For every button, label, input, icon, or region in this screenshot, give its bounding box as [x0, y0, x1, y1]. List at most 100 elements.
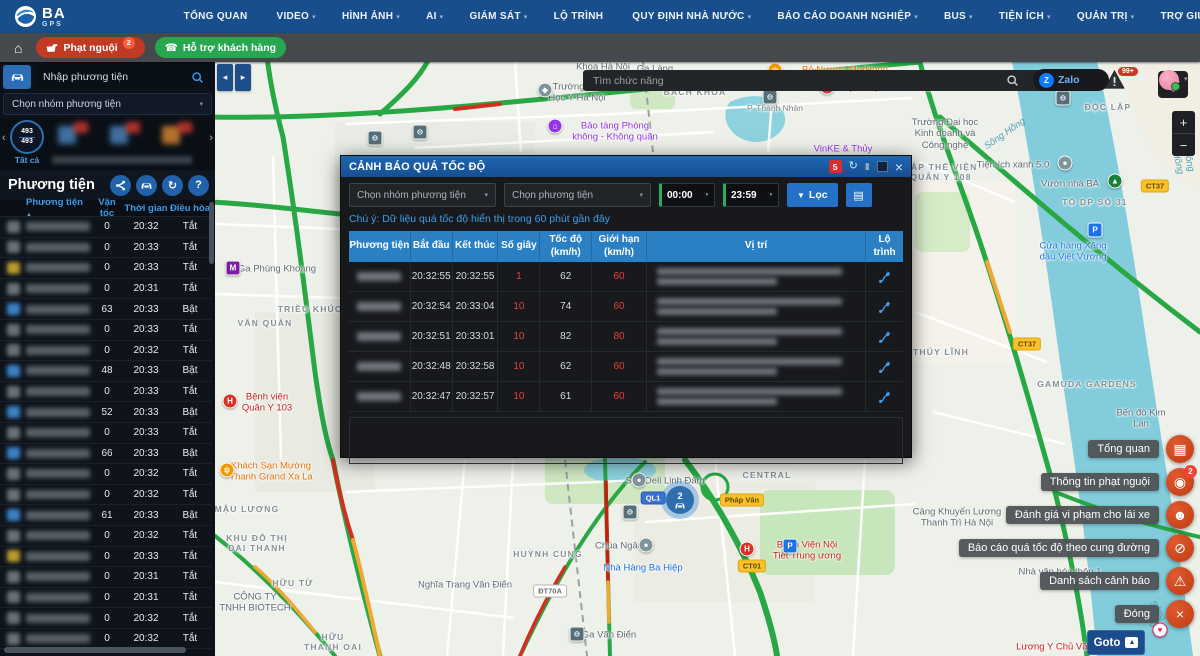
- time-to-input[interactable]: [731, 190, 761, 201]
- vehicle-row[interactable]: 0 20:32 Tắt: [0, 341, 212, 362]
- all-vehicles-counter[interactable]: 493 493: [10, 120, 44, 154]
- vehicle-row[interactable]: 0 20:31 Tắt: [0, 567, 212, 588]
- vehicle-row[interactable]: 52 20:33 Bật: [0, 402, 212, 423]
- refresh-icon[interactable]: ↻: [849, 161, 858, 172]
- carousel-next-icon[interactable]: ›: [209, 132, 213, 144]
- phat-nguoi-button[interactable]: Phạt nguội 2: [36, 37, 144, 58]
- share-icon[interactable]: [110, 175, 131, 196]
- fab-button[interactable]: ⚠: [1166, 567, 1194, 595]
- nav-item[interactable]: QUẢN TRỊ ▾: [1077, 11, 1135, 22]
- flash-icon[interactable]: [1137, 71, 1147, 91]
- zoom-out-button[interactable]: −: [1172, 134, 1195, 156]
- map-poi-marker[interactable]: H: [223, 394, 238, 409]
- vehicle-row[interactable]: 0 20:32 Tắt: [0, 526, 212, 547]
- nav-item[interactable]: VIDEO ▾: [276, 11, 315, 22]
- nav-item[interactable]: TỔNG QUAN: [184, 11, 251, 22]
- map-poi-marker[interactable]: M: [226, 261, 241, 276]
- group-item-blurred[interactable]: [52, 121, 94, 151]
- vehicle-row[interactable]: 0 20:32 Tắt: [0, 629, 212, 649]
- modal-vehicle-select[interactable]: Chọn phương tiện ▾: [504, 183, 651, 207]
- avatar[interactable]: [1159, 70, 1179, 90]
- time-from-field[interactable]: ◔: [659, 183, 715, 207]
- group-item-blurred[interactable]: [104, 121, 146, 151]
- goto-button[interactable]: Goto ▲: [1087, 630, 1145, 655]
- vehicle-row[interactable]: 0 20:33 Tắt: [0, 320, 212, 341]
- col-speed[interactable]: Vận tốc: [90, 197, 124, 219]
- app-logo[interactable]: BA GPS: [14, 5, 66, 28]
- time-to-field[interactable]: ◔: [723, 183, 779, 207]
- vehicle-row[interactable]: 66 20:33 Bật: [0, 444, 212, 465]
- vehicle-row[interactable]: 0 20:33 Tắt: [0, 258, 212, 279]
- vehicle-row[interactable]: 61 20:33 Bật: [0, 505, 212, 526]
- expand-sidebar-button[interactable]: ▸: [235, 64, 251, 91]
- map-poi-marker[interactable]: ⊖: [1056, 91, 1071, 106]
- warning-row[interactable]: 20:32:51 20:33:01 10 82 80: [349, 322, 903, 352]
- horizontal-scrollbar[interactable]: [4, 647, 186, 653]
- nav-item[interactable]: TIỆN ÍCH ▾: [999, 11, 1051, 22]
- warning-row[interactable]: 20:32:48 20:32:58 10 62 60: [349, 352, 903, 382]
- route-button[interactable]: [866, 352, 903, 381]
- vertical-scrollbar[interactable]: [209, 202, 214, 264]
- vehicle-row[interactable]: 63 20:33 Bật: [0, 299, 212, 320]
- fab-button[interactable]: ◉ 2: [1166, 468, 1194, 496]
- map-zoom-control[interactable]: + −: [1172, 111, 1195, 156]
- car-filter-icon[interactable]: [136, 175, 157, 196]
- vehicle-row[interactable]: 0 20:33 Tắt: [0, 382, 212, 403]
- map-poi-marker[interactable]: ●: [639, 538, 654, 553]
- route-button[interactable]: [866, 292, 903, 321]
- col-ac[interactable]: Điều hòa: [168, 203, 212, 214]
- search-icon[interactable]: [191, 71, 204, 89]
- function-search-input[interactable]: [583, 70, 1059, 91]
- route-button[interactable]: [866, 262, 903, 291]
- zoom-in-button[interactable]: +: [1172, 111, 1195, 134]
- vehicle-row[interactable]: 0 20:33 Tắt: [0, 547, 212, 568]
- nav-item[interactable]: BÁO CÁO DOANH NGHIỆP ▾: [777, 11, 918, 22]
- vehicle-search-input[interactable]: [35, 65, 212, 89]
- vehicle-row[interactable]: 0 20:32 Tắt: [0, 217, 212, 238]
- map-poi-marker[interactable]: H: [740, 542, 755, 557]
- map-poi-marker[interactable]: ⊖: [413, 125, 428, 140]
- refresh-icon[interactable]: ↻: [162, 175, 183, 196]
- fab-button[interactable]: ☻: [1166, 501, 1194, 529]
- modal-group-select[interactable]: Chọn nhóm phương tiện ▾: [349, 183, 496, 207]
- map-poi-marker[interactable]: P: [1088, 223, 1103, 238]
- map-poi-marker[interactable]: ⊖: [570, 627, 585, 642]
- vehicle-row[interactable]: 0 20:33 Tắt: [0, 238, 212, 259]
- filter-button[interactable]: ▼ Lọc: [787, 183, 838, 207]
- map-poi-marker[interactable]: P: [783, 539, 798, 554]
- home-icon[interactable]: ⌂: [14, 40, 22, 56]
- vehicle-row[interactable]: 0 20:31 Tắt: [0, 588, 212, 609]
- col-time[interactable]: Thời gian: [124, 203, 168, 214]
- vehicle-row[interactable]: 48 20:33 Bật: [0, 361, 212, 382]
- vehicle-row[interactable]: 0 20:33 Tắt: [0, 423, 212, 444]
- vehicle-row[interactable]: 0 20:32 Tắt: [0, 608, 212, 629]
- vehicle-cluster-marker[interactable]: 2: [661, 481, 699, 519]
- carousel-prev-icon[interactable]: ‹: [2, 132, 6, 144]
- zalo-button[interactable]: Z Zalo: [1033, 69, 1109, 91]
- warning-row[interactable]: 20:32:55 20:32:55 1 62 60: [349, 262, 903, 292]
- customer-support-button[interactable]: ☎ Hỗ trợ khách hàng: [155, 37, 286, 58]
- warning-row[interactable]: 20:32:54 20:33:04 10 74 60: [349, 292, 903, 322]
- pin-icon[interactable]: ▮: [865, 162, 870, 171]
- map-poi-marker[interactable]: ⊖: [368, 131, 383, 146]
- search-icon[interactable]: [1006, 74, 1019, 92]
- map-poi-marker[interactable]: ▲: [1108, 174, 1123, 189]
- col-vehicle[interactable]: Phương tiện ▲: [0, 197, 90, 219]
- route-button[interactable]: [866, 382, 903, 411]
- nav-item[interactable]: QUY ĐỊNH NHÀ NƯỚC ▾: [632, 11, 751, 22]
- vehicle-row[interactable]: 0 20:32 Tắt: [0, 485, 212, 506]
- fab-button[interactable]: ⊘: [1166, 534, 1194, 562]
- map-poi-marker[interactable]: ⊖: [623, 505, 638, 520]
- help-icon[interactable]: ?: [188, 175, 209, 196]
- minimize-icon[interactable]: [877, 161, 888, 172]
- group-item-blurred[interactable]: [156, 121, 198, 151]
- nav-item[interactable]: TRỢ GIÚP ▾: [1160, 11, 1200, 22]
- map-poi-marker[interactable]: ◆: [538, 83, 553, 98]
- vehicle-row[interactable]: 0 20:32 Tắt: [0, 464, 212, 485]
- route-button[interactable]: [866, 322, 903, 351]
- map-poi-marker[interactable]: ●: [632, 473, 647, 488]
- nav-item[interactable]: LỘ TRÌNH: [554, 11, 607, 22]
- collapse-sidebar-button[interactable]: ◂: [217, 64, 233, 91]
- map-poi-marker[interactable]: ψ: [220, 463, 235, 478]
- nav-item[interactable]: HÌNH ẢNH ▾: [342, 11, 400, 22]
